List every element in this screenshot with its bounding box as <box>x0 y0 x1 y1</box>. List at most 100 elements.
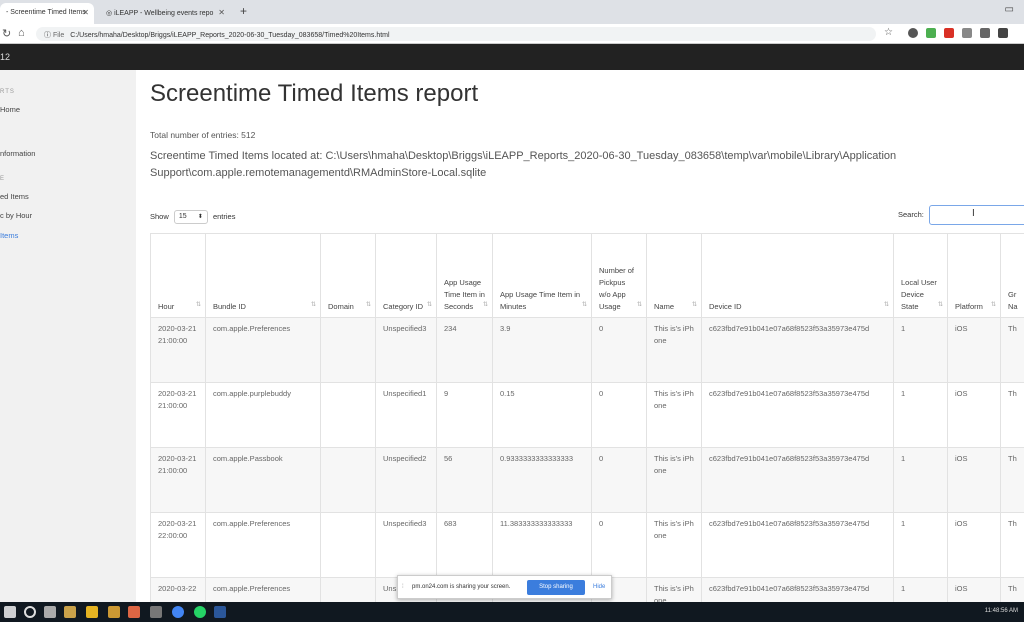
sort-icon[interactable]: ⇅ <box>938 299 943 311</box>
table-cell: iOS <box>947 577 1001 602</box>
sort-icon[interactable]: ⇅ <box>483 299 488 311</box>
page-length-control: Show 15 ⬍ entries <box>150 210 235 224</box>
table-cell: Unspecified3 <box>375 317 437 383</box>
url-text: C:/Users/hmaha/Desktop/Briggs/iLEAPP_Rep… <box>70 32 390 39</box>
extension-icon[interactable] <box>980 28 990 38</box>
sort-icon[interactable]: ⇅ <box>637 299 642 311</box>
minimize-icon[interactable]: ▭ <box>1005 4 1014 15</box>
column-header[interactable]: Gr Na <box>1000 233 1024 318</box>
table-cell: c623fbd7e91b041e07a68f8523f53a35973e475d <box>701 317 894 383</box>
column-header[interactable]: Number of Pickpus w/o App Usage ⇅ <box>591 233 647 318</box>
app-icon[interactable] <box>128 606 140 618</box>
sort-icon[interactable]: ⇅ <box>991 299 996 311</box>
column-header[interactable]: Platform ⇅ <box>947 233 1001 318</box>
task-view-icon[interactable] <box>44 606 56 618</box>
column-header[interactable]: Device ID ⇅ <box>701 233 894 318</box>
table-cell <box>320 577 376 602</box>
total-entries: Total number of entries: 512 <box>150 130 256 140</box>
table-row: 2020-03-21 21:00:00 com.apple.Passbook Uns… <box>150 447 1024 513</box>
sidebar-item-by-hour[interactable]: c by Hour <box>0 211 32 220</box>
search-icon[interactable] <box>24 606 36 618</box>
table-cell: c623fbd7e91b041e07a68f8523f53a35973e475d <box>701 512 894 578</box>
sort-icon[interactable]: ⇅ <box>692 299 697 311</box>
sort-icon[interactable]: ⇅ <box>427 299 432 311</box>
stop-sharing-button[interactable]: Stop sharing <box>527 580 585 595</box>
extension-icon[interactable] <box>962 28 972 38</box>
new-tab-button[interactable]: + <box>240 4 247 18</box>
table-cell: 2020-03-21 22:00:00 <box>150 512 206 578</box>
table-cell <box>320 447 376 513</box>
close-icon[interactable]: ✕ <box>82 8 89 17</box>
sort-icon[interactable]: ⇅ <box>884 299 889 311</box>
column-header[interactable]: App Usage Time Item in Seconds ⇅ <box>436 233 493 318</box>
os-taskbar: 11:48:56 AM <box>0 602 1024 622</box>
url-field[interactable]: ⓘ File C:/Users/hmaha/Desktop/Briggs/iLEA… <box>36 27 876 41</box>
table-cell: 1 <box>893 317 948 383</box>
whatsapp-icon[interactable] <box>194 606 206 618</box>
word-icon[interactable] <box>214 606 226 618</box>
drag-handle-icon[interactable]: ⁞ <box>402 584 404 590</box>
extension-icon[interactable] <box>908 28 918 38</box>
table-cell: This is's iPhone <box>646 577 702 602</box>
table-cell: Th <box>1000 577 1024 602</box>
column-header[interactable]: Bundle ID ⇅ <box>205 233 321 318</box>
sidebar-item-information[interactable]: nformation <box>0 149 35 158</box>
sidebar: RTS Home nformation E ed Items c by Hour… <box>0 70 136 602</box>
info-icon: ⓘ <box>44 32 53 39</box>
home-icon[interactable]: ⌂ <box>18 27 25 39</box>
close-icon[interactable]: ✕ <box>218 8 225 17</box>
puzzle-icon[interactable] <box>998 28 1008 38</box>
column-header[interactable]: Name ⇅ <box>646 233 702 318</box>
table-cell: com.apple.Passbook <box>205 447 321 513</box>
column-header[interactable]: Hour ⇅ <box>150 233 206 318</box>
column-header[interactable]: Category ID ⇅ <box>375 233 437 318</box>
table-cell: com.apple.purplebuddy <box>205 382 321 448</box>
column-header-label: Domain <box>328 302 354 311</box>
main-content: Screentime Timed Items report Total numb… <box>136 70 1024 602</box>
column-header[interactable]: Domain ⇅ <box>320 233 376 318</box>
sort-icon[interactable]: ⇅ <box>311 299 316 311</box>
entries-select[interactable]: 15 ⬍ <box>173 210 208 224</box>
table-cell: iOS <box>947 447 1001 513</box>
sidebar-item-items-active[interactable]: Items <box>0 231 18 240</box>
table-header-row: Hour ⇅ Bundle ID ⇅ Domain ⇅ Category ID ⇅ App Us… <box>150 233 1024 318</box>
sort-icon[interactable]: ⇅ <box>366 299 371 311</box>
app-icon[interactable] <box>150 606 162 618</box>
app-icon[interactable] <box>108 606 120 618</box>
sidebar-item-home[interactable]: Home <box>0 105 20 114</box>
entries-value: 15 <box>178 213 187 220</box>
tab-label: iLEAPP - Wellbeing events repo <box>114 10 214 17</box>
sidebar-item-timed-items[interactable]: ed Items <box>0 192 29 201</box>
table-cell: 56 <box>436 447 493 513</box>
search-input[interactable]: I <box>929 205 1024 225</box>
table-cell: 0.9333333333333333 <box>492 447 592 513</box>
folder-icon[interactable] <box>86 606 98 618</box>
tab-wellbeing[interactable]: ◎ iLEAPP - Wellbeing events repo ✕ <box>100 3 230 24</box>
explorer-icon[interactable] <box>64 606 76 618</box>
extension-icon[interactable] <box>944 28 954 38</box>
tab-screentime[interactable]: - Screentime Timed Items ✕ <box>0 3 94 24</box>
table-cell: 2020-03-22 <box>150 577 206 602</box>
table-cell: Unspecified3 <box>375 512 437 578</box>
sort-icon[interactable]: ⇅ <box>582 299 587 311</box>
table-row: 2020-03-21 21:00:00 com.apple.purplebuddy… <box>150 382 1024 448</box>
table-cell: com.apple.Preferences <box>205 317 321 383</box>
reload-icon[interactable]: ↻ <box>2 27 11 40</box>
table-cell: 0 <box>591 382 647 448</box>
column-header[interactable]: Local User Device State ⇅ <box>893 233 948 318</box>
windows-start-icon[interactable] <box>4 606 16 618</box>
table-cell <box>320 382 376 448</box>
sidebar-heading: E <box>0 176 6 182</box>
sort-icon[interactable]: ⇅ <box>196 299 201 311</box>
column-header-label: Number of Pickpus w/o App Usage <box>599 266 635 311</box>
column-header[interactable]: App Usage Time Item in Minutes ⇅ <box>492 233 592 318</box>
table-cell: This is's iPhone <box>646 447 702 513</box>
table-cell: 11.383333333333333 <box>492 512 592 578</box>
table-cell: 2020-03-21 21:00:00 <box>150 447 206 513</box>
chrome-icon[interactable] <box>172 606 184 618</box>
table-cell: 683 <box>436 512 493 578</box>
table-row: 2020-03-21 22:00:00 com.apple.Preferences… <box>150 512 1024 578</box>
star-icon[interactable]: ☆ <box>884 27 893 38</box>
extension-icon[interactable] <box>926 28 936 38</box>
hide-link[interactable]: Hide <box>593 584 605 590</box>
